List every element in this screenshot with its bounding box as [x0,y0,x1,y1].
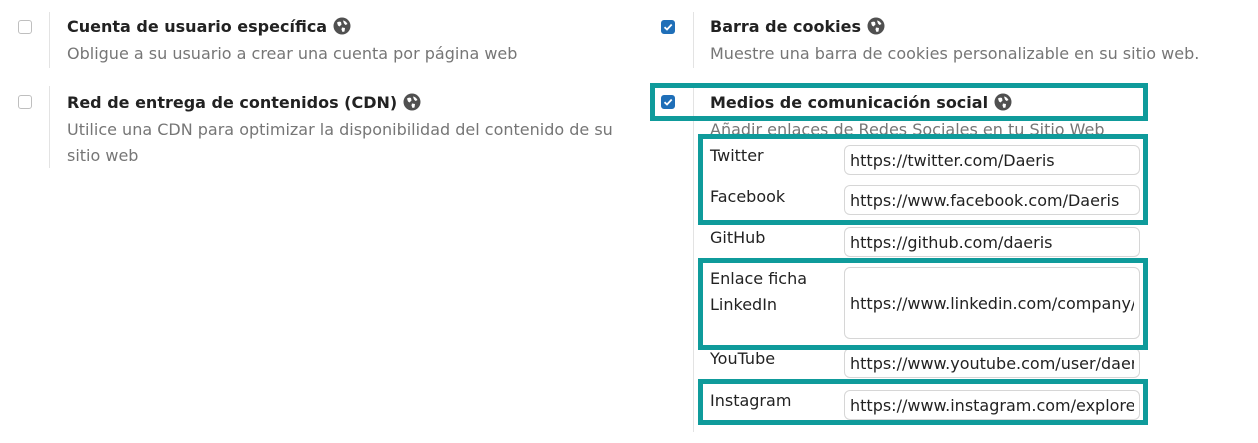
instagram-label: Instagram [710,391,792,410]
cookie-bar-checkbox[interactable] [661,20,675,34]
custom-account-checkbox[interactable] [18,20,32,34]
custom-account-divider [49,12,50,68]
cookie-bar-title: Barra de cookies [710,17,861,36]
twitter-label: Twitter [710,146,764,165]
github-label: GitHub [710,228,766,247]
facebook-label: Facebook [710,187,786,206]
twitter-url-input[interactable] [844,145,1140,175]
check-icon [663,23,673,31]
globe-icon [333,17,351,35]
cookie-bar-description: Muestre una barra de cookies personaliza… [710,44,1200,63]
linkedin-label: Enlace ficha LinkedIn [710,269,808,314]
social-media-divider [693,86,694,432]
globe-icon [403,93,421,111]
cdn-divider [49,86,50,168]
check-icon [663,98,673,106]
social-media-title-row: Medios de comunicación social [710,93,1012,113]
globe-icon [994,93,1012,111]
youtube-url-input[interactable] [844,348,1140,378]
facebook-url-input[interactable] [844,185,1140,215]
social-media-description: Añadir enlaces de Redes Sociales en tu S… [710,120,1105,139]
youtube-label: YouTube [710,349,776,368]
custom-account-title: Cuenta de usuario específica [67,17,328,36]
cdn-checkbox[interactable] [18,95,32,109]
cdn-description: Utilice una CDN para optimizar la dispon… [67,120,613,165]
linkedin-url-input[interactable] [844,267,1140,339]
cdn-title: Red de entrega de contenidos (CDN) [67,93,398,112]
social-media-checkbox[interactable] [661,95,675,109]
cdn-title-row: Red de entrega de contenidos (CDN) [67,93,421,113]
custom-account-description: Obligue a su usuario a crear una cuenta … [67,44,518,63]
custom-account-title-row: Cuenta de usuario específica [67,17,351,37]
globe-icon [867,17,885,35]
cookie-bar-title-row: Barra de cookies [710,17,885,37]
cookie-bar-divider [693,12,694,68]
instagram-url-input[interactable] [844,390,1140,420]
github-url-input[interactable] [844,227,1140,257]
social-media-title: Medios de comunicación social [710,93,989,112]
